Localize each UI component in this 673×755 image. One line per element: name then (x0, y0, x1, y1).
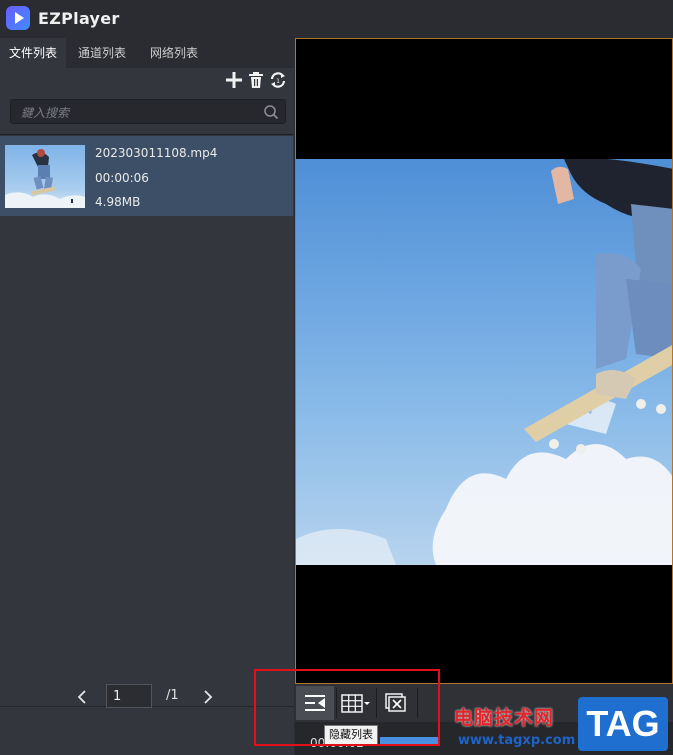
list-item[interactable]: 202303011108.mp4 00:00:06 4.98MB (0, 136, 293, 216)
file-list-panel: 文件列表 通道列表 网络列表 1 鍵入搜索 202303011108.mp4 0… (0, 38, 294, 755)
tab-file-list[interactable]: 文件列表 (0, 38, 66, 68)
svg-text:1: 1 (276, 78, 280, 85)
page-number-input[interactable] (106, 684, 152, 708)
highlight-box (254, 669, 440, 746)
next-page-button[interactable] (198, 687, 218, 707)
search-icon[interactable] (263, 104, 279, 124)
file-name: 202303011108.mp4 (95, 146, 218, 160)
search-box (10, 99, 286, 124)
watermark-url: www.tagxp.com (458, 733, 576, 748)
search-input[interactable] (19, 103, 263, 122)
title-bar: EZPlayer (0, 0, 673, 38)
file-size: 4.98MB (95, 195, 141, 209)
watermark-badge: TAG (578, 697, 668, 751)
tab-channel-list[interactable]: 通道列表 (68, 38, 136, 68)
page-total: /1 (166, 688, 179, 703)
app-title: EZPlayer (38, 9, 120, 28)
trash-icon[interactable] (246, 70, 266, 90)
video-player[interactable] (295, 38, 673, 684)
loop-icon[interactable]: 1 (268, 70, 288, 90)
add-icon[interactable] (224, 70, 244, 90)
list-tabs: 文件列表 通道列表 网络列表 (0, 38, 294, 68)
watermark-text: 电脑技术网 (454, 707, 555, 729)
list-toolbar: 1 (224, 70, 290, 92)
app-logo-icon (6, 6, 30, 30)
video-thumbnail (5, 145, 85, 208)
tab-network-list[interactable]: 网络列表 (140, 38, 208, 68)
file-duration: 00:00:06 (95, 171, 149, 185)
video-frame (296, 159, 672, 565)
prev-page-button[interactable] (72, 687, 92, 707)
divider (0, 134, 294, 135)
